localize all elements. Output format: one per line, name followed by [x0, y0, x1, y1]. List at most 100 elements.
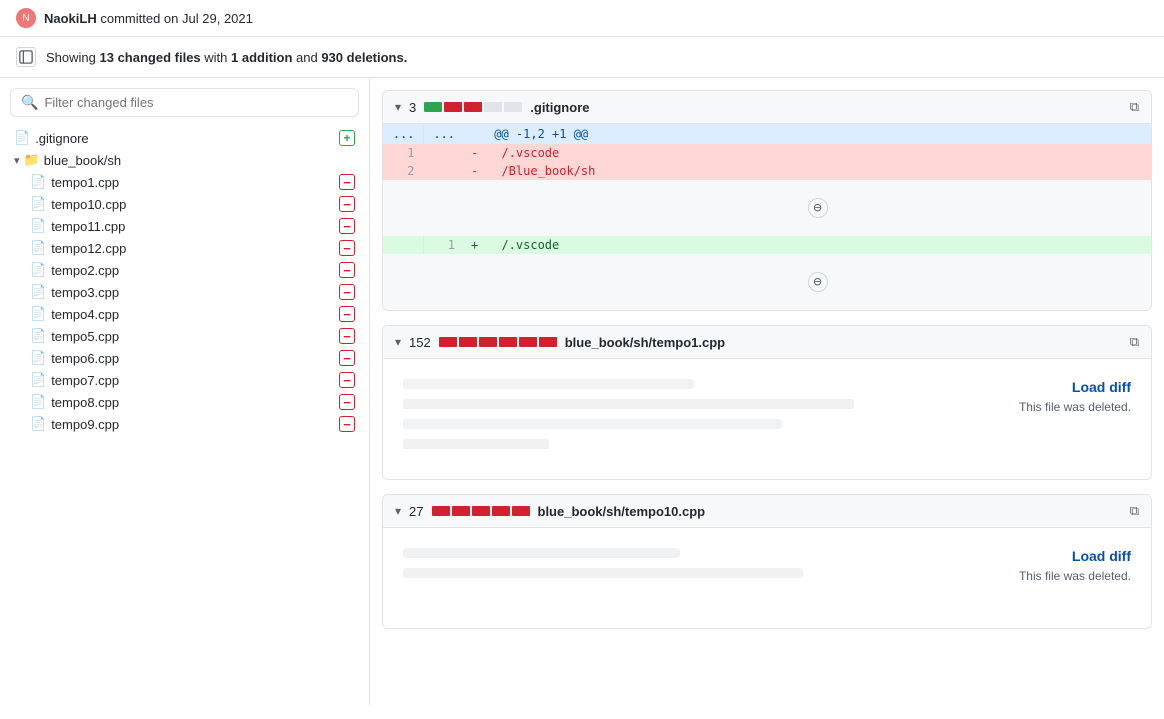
removed-badge: −	[339, 240, 355, 256]
addition-count: 1	[231, 50, 238, 65]
line-num-old: 1	[383, 144, 423, 162]
list-item[interactable]: 📄 .gitignore +	[8, 127, 361, 149]
diff-block: ▾ 3 .gitignore ⧉ ... ...	[382, 90, 1152, 311]
diff-count: 152	[409, 335, 431, 350]
removed-badge: −	[339, 416, 355, 432]
line-prefix	[463, 124, 486, 144]
diff-count: 3	[409, 100, 416, 115]
folder-row[interactable]: ▾ 📁 blue_book/sh	[8, 149, 361, 171]
file-icon: 📄	[30, 394, 46, 410]
commit-date: Jul 29, 2021	[182, 11, 253, 26]
file-name: tempo4.cpp	[51, 307, 334, 322]
file-icon: 📄	[30, 174, 46, 190]
removed-badge: −	[339, 218, 355, 234]
line-num-old	[383, 236, 423, 254]
removed-badge: −	[339, 174, 355, 190]
removed-badge: −	[339, 350, 355, 366]
diff-header: ▾ 27 blue_book/sh/tempo10.cpp ⧉	[383, 495, 1151, 528]
chevron-down-icon: ▾	[14, 154, 20, 167]
list-item[interactable]: 📄 tempo12.cpp −	[8, 237, 361, 259]
diff-panel: ▾ 3 .gitignore ⧉ ... ...	[370, 78, 1164, 705]
hunk-info: @@ -1,2 +1 @@	[486, 124, 1151, 144]
load-diff-button[interactable]: Load diff	[1019, 548, 1131, 564]
list-item[interactable]: 📄 tempo2.cpp −	[8, 259, 361, 281]
file-icon: 📄	[30, 350, 46, 366]
bar-segment-del	[464, 102, 482, 112]
list-item[interactable]: 📄 tempo3.cpp −	[8, 281, 361, 303]
file-name: tempo10.cpp	[51, 197, 334, 212]
bar-segment-del	[452, 506, 470, 516]
summary-text: Showing 13 changed files with 1 addition…	[46, 50, 407, 65]
skeleton	[403, 379, 694, 389]
file-name: tempo9.cpp	[51, 417, 334, 432]
list-item[interactable]: 📄 tempo6.cpp −	[8, 347, 361, 369]
deletion-count: 930	[321, 50, 343, 65]
list-item[interactable]: 📄 tempo7.cpp −	[8, 369, 361, 391]
expand-collapse-icon[interactable]: ▾	[395, 100, 401, 114]
list-item[interactable]: 📄 tempo9.cpp −	[8, 413, 361, 435]
expand-collapse-icon[interactable]: ▾	[395, 335, 401, 349]
bar-segment-del	[492, 506, 510, 516]
bar-segment-del	[539, 337, 557, 347]
changed-label: changed files	[118, 50, 201, 65]
line-num-new: 1	[423, 236, 463, 254]
commit-header: N NaokiLH committed on Jul 29, 2021	[0, 0, 1164, 37]
skeleton	[403, 399, 854, 409]
copy-icon[interactable]: ⧉	[1130, 99, 1139, 115]
bar-segment-del	[519, 337, 537, 347]
skeleton	[403, 568, 803, 578]
line-prefix: +	[463, 236, 486, 254]
diff-bar	[432, 506, 530, 516]
copy-icon[interactable]: ⧉	[1130, 503, 1139, 519]
toggle-sidebar-button[interactable]	[16, 47, 36, 67]
bar-segment-del	[432, 506, 450, 516]
file-name: tempo3.cpp	[51, 285, 334, 300]
file-icon: 📄	[30, 218, 46, 234]
deleted-line: 1 - /.vscode	[383, 144, 1151, 162]
load-diff-area: Load diff This file was deleted.	[383, 359, 1151, 479]
expand-circle-icon[interactable]: ⊖	[808, 272, 828, 292]
file-icon: 📄	[30, 416, 46, 432]
diff-header: ▾ 152 blue_book/sh/tempo1.cpp ⧉	[383, 326, 1151, 359]
removed-badge: −	[339, 262, 355, 278]
line-num-new	[423, 144, 463, 162]
removed-badge: −	[339, 196, 355, 212]
list-item[interactable]: 📄 tempo10.cpp −	[8, 193, 361, 215]
removed-badge: −	[339, 372, 355, 388]
line-num-old: 2	[383, 162, 423, 180]
diff-block: ▾ 27 blue_book/sh/tempo10.cpp ⧉ Load dif…	[382, 494, 1152, 629]
list-item[interactable]: 📄 tempo5.cpp −	[8, 325, 361, 347]
search-icon: 🔍	[21, 94, 38, 111]
addition-label: addition	[242, 50, 293, 65]
removed-badge: −	[339, 328, 355, 344]
search-input[interactable]	[44, 95, 348, 110]
folder-icon: 📁	[24, 152, 40, 168]
expand-row: ⊖	[383, 254, 1151, 310]
expand-row: ⊖	[383, 180, 1151, 236]
line-num-new	[423, 162, 463, 180]
expand-circle-icon[interactable]: ⊖	[808, 198, 828, 218]
changed-count: 13	[99, 50, 113, 65]
list-item[interactable]: 📄 tempo8.cpp −	[8, 391, 361, 413]
list-item[interactable]: 📄 tempo1.cpp −	[8, 171, 361, 193]
file-icon: 📄	[30, 240, 46, 256]
list-item[interactable]: 📄 tempo4.cpp −	[8, 303, 361, 325]
added-badge: +	[339, 130, 355, 146]
file-name: tempo5.cpp	[51, 329, 334, 344]
diff-filename: blue_book/sh/tempo10.cpp	[538, 504, 1122, 519]
expand-collapse-icon[interactable]: ▾	[395, 504, 401, 518]
copy-icon[interactable]: ⧉	[1130, 334, 1139, 350]
search-box[interactable]: 🔍	[10, 88, 359, 117]
bar-segment-del	[512, 506, 530, 516]
load-diff-button[interactable]: Load diff	[1019, 379, 1131, 395]
deletion-label: deletions.	[347, 50, 408, 65]
diff-filename: blue_book/sh/tempo1.cpp	[565, 335, 1122, 350]
list-item[interactable]: 📄 tempo11.cpp −	[8, 215, 361, 237]
bar-segment-del	[479, 337, 497, 347]
line-content: /.vscode	[486, 236, 1151, 254]
skeleton	[403, 548, 680, 558]
diff-block: ▾ 152 blue_book/sh/tempo1.cpp ⧉	[382, 325, 1152, 480]
file-icon: 📄	[30, 328, 46, 344]
commit-info: NaokiLH committed on Jul 29, 2021	[44, 11, 253, 26]
file-icon: 📄	[30, 284, 46, 300]
